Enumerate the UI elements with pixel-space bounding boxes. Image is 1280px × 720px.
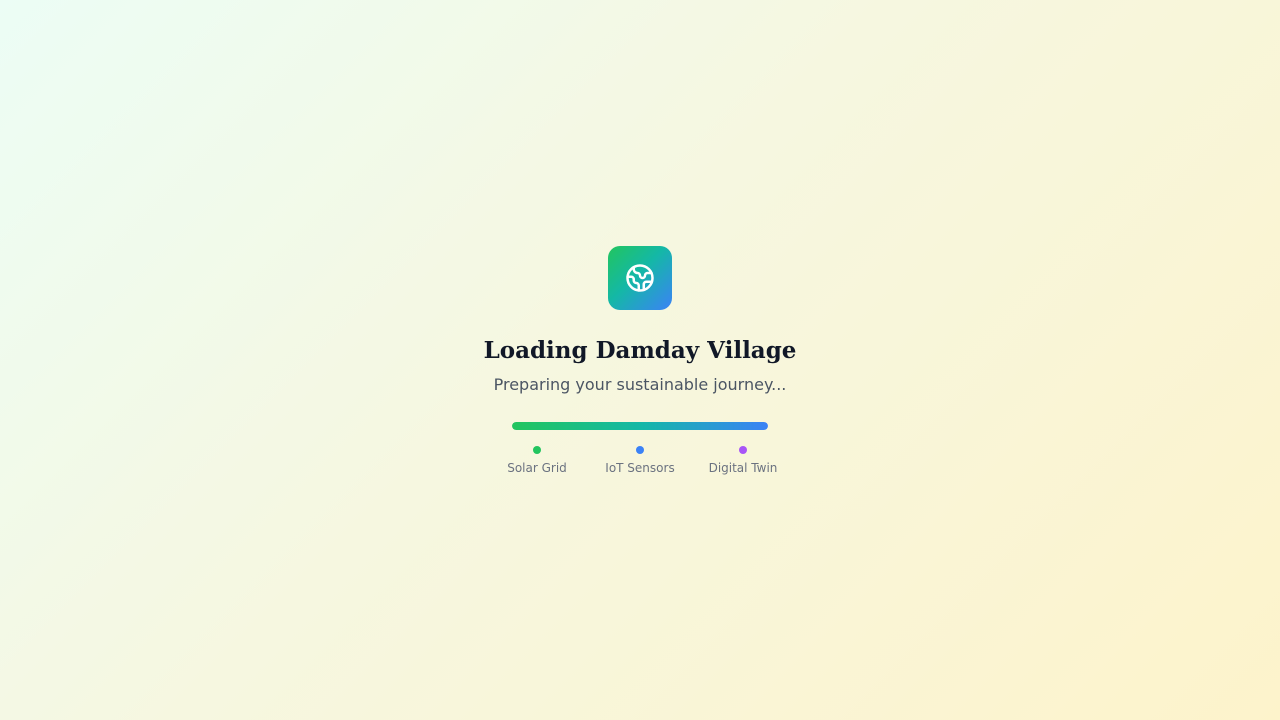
status-dot	[533, 446, 541, 454]
status-dot	[739, 446, 747, 454]
globe-icon	[626, 264, 654, 292]
step-label: Digital Twin	[708, 461, 778, 475]
app-logo	[608, 246, 672, 310]
step-solar-grid: Solar Grid	[477, 445, 597, 476]
step-iot-sensors: IoT Sensors	[580, 445, 700, 476]
loading-steps: Solar Grid IoT Sensors Digital Twin	[0, 445, 1280, 485]
step-label: Solar Grid	[507, 461, 567, 475]
progress-bar	[512, 422, 768, 430]
loading-screen: Loading Damday Village Preparing your su…	[0, 0, 1280, 720]
loading-title: Loading Damday Village	[483, 337, 797, 364]
progress-fill	[512, 422, 768, 430]
loading-subtitle: Preparing your sustainable journey...	[493, 375, 787, 394]
status-dot	[636, 446, 644, 454]
step-digital-twin: Digital Twin	[683, 445, 803, 476]
step-label: IoT Sensors	[605, 461, 675, 475]
